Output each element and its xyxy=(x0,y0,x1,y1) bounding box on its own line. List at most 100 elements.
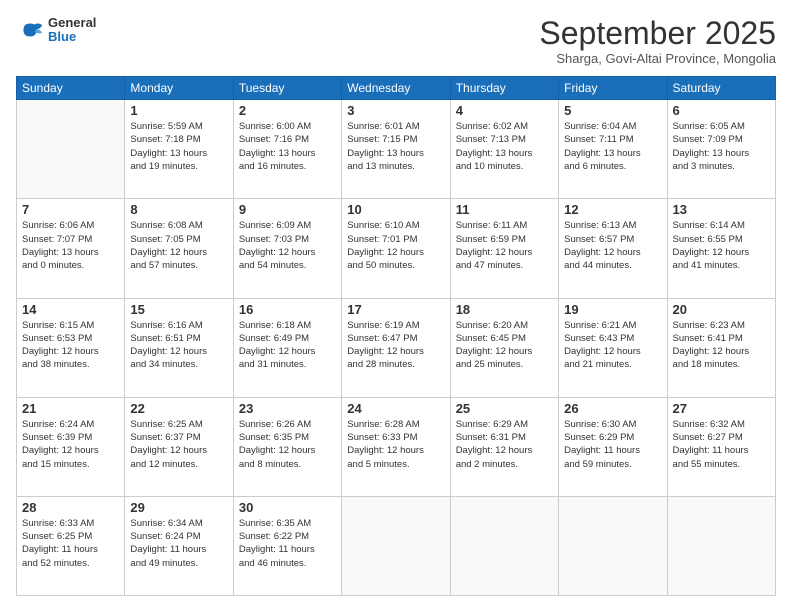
day-info: Sunrise: 6:26 AM Sunset: 6:35 PM Dayligh… xyxy=(239,418,336,471)
logo-icon xyxy=(16,16,44,44)
day-number: 27 xyxy=(673,401,770,416)
day-info: Sunrise: 6:10 AM Sunset: 7:01 PM Dayligh… xyxy=(347,219,444,272)
day-number: 16 xyxy=(239,302,336,317)
table-row: 16Sunrise: 6:18 AM Sunset: 6:49 PM Dayli… xyxy=(233,298,341,397)
day-number: 13 xyxy=(673,202,770,217)
day-number: 23 xyxy=(239,401,336,416)
day-info: Sunrise: 6:13 AM Sunset: 6:57 PM Dayligh… xyxy=(564,219,661,272)
table-row: 27 Sunrise: 6:32 AM Sunset: 6:27 PM Dayli… xyxy=(667,397,775,496)
col-thursday: Thursday xyxy=(450,77,558,100)
day-info: Sunrise: 6:20 AM Sunset: 6:45 PM Dayligh… xyxy=(456,319,553,372)
table-row: 15 Sunrise: 6:16 AM Sunset: 6:51 PM Dayli… xyxy=(125,298,233,397)
table-row: 26 Sunrise: 6:30 AM Sunset: 6:29 PM Dayli… xyxy=(559,397,667,496)
week-row-4: 21 Sunrise: 6:24 AM Sunset: 6:39 PM Dayli… xyxy=(17,397,776,496)
day-info: Sunrise: 6:24 AM Sunset: 6:39 PM Dayligh… xyxy=(22,418,119,471)
day-info: Sunrise: 6:06 AM Sunset: 7:07 PM Dayligh… xyxy=(22,219,119,272)
day-info: Sunrise: 6:30 AM Sunset: 6:29 PM Dayligh… xyxy=(564,418,661,471)
day-number: 11 xyxy=(456,202,553,217)
day-number: 30 xyxy=(239,500,336,515)
table-row: 8 Sunrise: 6:08 AM Sunset: 7:05 PM Daylig… xyxy=(125,199,233,298)
day-info: Sunrise: 6:23 AM Sunset: 6:41 PM Dayligh… xyxy=(673,319,770,372)
logo-blue: Blue xyxy=(48,30,96,44)
table-row: 22Sunrise: 6:25 AM Sunset: 6:37 PM Dayli… xyxy=(125,397,233,496)
day-number: 1 xyxy=(130,103,227,118)
day-number: 9 xyxy=(239,202,336,217)
day-number: 28 xyxy=(22,500,119,515)
table-row: 28Sunrise: 6:33 AM Sunset: 6:25 PM Dayli… xyxy=(17,496,125,595)
week-row-2: 7 Sunrise: 6:06 AM Sunset: 7:07 PM Daylig… xyxy=(17,199,776,298)
page: General Blue September 2025 Sharga, Govi… xyxy=(0,0,792,612)
day-info: Sunrise: 6:35 AM Sunset: 6:22 PM Dayligh… xyxy=(239,517,336,570)
day-number: 6 xyxy=(673,103,770,118)
table-row: 19 Sunrise: 6:21 AM Sunset: 6:43 PM Dayli… xyxy=(559,298,667,397)
day-number: 3 xyxy=(347,103,444,118)
day-info: Sunrise: 6:11 AM Sunset: 6:59 PM Dayligh… xyxy=(456,219,553,272)
table-row: 5 Sunrise: 6:04 AM Sunset: 7:11 PM Daylig… xyxy=(559,100,667,199)
col-tuesday: Tuesday xyxy=(233,77,341,100)
table-row: 4 Sunrise: 6:02 AM Sunset: 7:13 PM Daylig… xyxy=(450,100,558,199)
table-row: 11 Sunrise: 6:11 AM Sunset: 6:59 PM Dayli… xyxy=(450,199,558,298)
day-number: 18 xyxy=(456,302,553,317)
table-row xyxy=(17,100,125,199)
table-row: 17 Sunrise: 6:19 AM Sunset: 6:47 PM Dayli… xyxy=(342,298,450,397)
day-number: 20 xyxy=(673,302,770,317)
day-number: 15 xyxy=(130,302,227,317)
day-number: 7 xyxy=(22,202,119,217)
day-info: Sunrise: 6:25 AM Sunset: 6:37 PM Dayligh… xyxy=(130,418,227,471)
col-sunday: Sunday xyxy=(17,77,125,100)
day-info: Sunrise: 6:16 AM Sunset: 6:51 PM Dayligh… xyxy=(130,319,227,372)
table-row xyxy=(450,496,558,595)
table-row: 24Sunrise: 6:28 AM Sunset: 6:33 PM Dayli… xyxy=(342,397,450,496)
day-info: Sunrise: 6:09 AM Sunset: 7:03 PM Dayligh… xyxy=(239,219,336,272)
day-number: 12 xyxy=(564,202,661,217)
day-info: Sunrise: 6:21 AM Sunset: 6:43 PM Dayligh… xyxy=(564,319,661,372)
day-number: 10 xyxy=(347,202,444,217)
week-row-5: 28Sunrise: 6:33 AM Sunset: 6:25 PM Dayli… xyxy=(17,496,776,595)
day-number: 26 xyxy=(564,401,661,416)
day-info: Sunrise: 6:32 AM Sunset: 6:27 PM Dayligh… xyxy=(673,418,770,471)
day-number: 8 xyxy=(130,202,227,217)
table-row xyxy=(559,496,667,595)
day-info: Sunrise: 6:34 AM Sunset: 6:24 PM Dayligh… xyxy=(130,517,227,570)
table-row: 18 Sunrise: 6:20 AM Sunset: 6:45 PM Dayli… xyxy=(450,298,558,397)
logo: General Blue xyxy=(16,16,96,45)
table-row: 7 Sunrise: 6:06 AM Sunset: 7:07 PM Daylig… xyxy=(17,199,125,298)
header-row: Sunday Monday Tuesday Wednesday Thursday… xyxy=(17,77,776,100)
day-number: 5 xyxy=(564,103,661,118)
calendar-table: Sunday Monday Tuesday Wednesday Thursday… xyxy=(16,76,776,596)
day-info: Sunrise: 6:19 AM Sunset: 6:47 PM Dayligh… xyxy=(347,319,444,372)
col-wednesday: Wednesday xyxy=(342,77,450,100)
day-number: 14 xyxy=(22,302,119,317)
col-friday: Friday xyxy=(559,77,667,100)
day-info: Sunrise: 6:29 AM Sunset: 6:31 PM Dayligh… xyxy=(456,418,553,471)
table-row: 6 Sunrise: 6:05 AM Sunset: 7:09 PM Daylig… xyxy=(667,100,775,199)
week-row-3: 14Sunrise: 6:15 AM Sunset: 6:53 PM Dayli… xyxy=(17,298,776,397)
day-info: Sunrise: 6:14 AM Sunset: 6:55 PM Dayligh… xyxy=(673,219,770,272)
table-row: 30 Sunrise: 6:35 AM Sunset: 6:22 PM Dayli… xyxy=(233,496,341,595)
day-number: 21 xyxy=(22,401,119,416)
header: General Blue September 2025 Sharga, Govi… xyxy=(16,16,776,66)
day-number: 17 xyxy=(347,302,444,317)
day-info: Sunrise: 6:05 AM Sunset: 7:09 PM Dayligh… xyxy=(673,120,770,173)
table-row: 3 Sunrise: 6:01 AM Sunset: 7:15 PM Daylig… xyxy=(342,100,450,199)
day-number: 4 xyxy=(456,103,553,118)
week-row-1: 1Sunrise: 5:59 AM Sunset: 7:18 PM Daylig… xyxy=(17,100,776,199)
day-number: 29 xyxy=(130,500,227,515)
day-number: 19 xyxy=(564,302,661,317)
day-info: Sunrise: 6:08 AM Sunset: 7:05 PM Dayligh… xyxy=(130,219,227,272)
table-row: 9 Sunrise: 6:09 AM Sunset: 7:03 PM Daylig… xyxy=(233,199,341,298)
day-number: 24 xyxy=(347,401,444,416)
logo-general: General xyxy=(48,16,96,30)
table-row: 20 Sunrise: 6:23 AM Sunset: 6:41 PM Dayli… xyxy=(667,298,775,397)
col-monday: Monday xyxy=(125,77,233,100)
table-row: 13 Sunrise: 6:14 AM Sunset: 6:55 PM Dayli… xyxy=(667,199,775,298)
location-subtitle: Sharga, Govi-Altai Province, Mongolia xyxy=(539,51,776,66)
day-number: 25 xyxy=(456,401,553,416)
day-info: Sunrise: 6:02 AM Sunset: 7:13 PM Dayligh… xyxy=(456,120,553,173)
table-row: 25 Sunrise: 6:29 AM Sunset: 6:31 PM Dayli… xyxy=(450,397,558,496)
table-row xyxy=(667,496,775,595)
day-info: Sunrise: 6:01 AM Sunset: 7:15 PM Dayligh… xyxy=(347,120,444,173)
day-info: Sunrise: 6:04 AM Sunset: 7:11 PM Dayligh… xyxy=(564,120,661,173)
table-row: 29 Sunrise: 6:34 AM Sunset: 6:24 PM Dayli… xyxy=(125,496,233,595)
title-block: September 2025 Sharga, Govi-Altai Provin… xyxy=(539,16,776,66)
